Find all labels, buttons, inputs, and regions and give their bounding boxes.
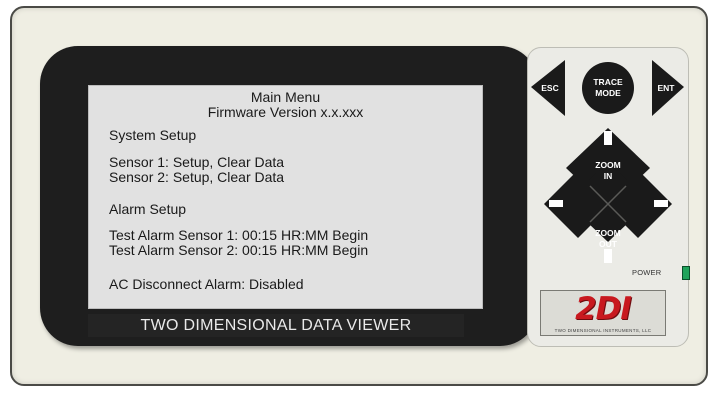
brand-logo: 2DI TWO DIMENSIONAL INSTRUMENTS, LLC xyxy=(540,290,666,336)
power-label: POWER xyxy=(632,268,662,277)
down-indicator-icon xyxy=(604,249,612,263)
up-indicator-icon xyxy=(604,131,612,145)
right-indicator-icon xyxy=(654,200,668,207)
logo-subtitle: TWO DIMENSIONAL INSTRUMENTS, LLC xyxy=(554,328,652,333)
trace-mode-button[interactable] xyxy=(582,62,634,114)
logo-text: 2DI xyxy=(575,291,632,327)
esc-button[interactable] xyxy=(531,60,565,116)
left-indicator-icon xyxy=(549,200,563,207)
power-led-icon xyxy=(682,266,690,280)
ent-button[interactable] xyxy=(652,60,684,116)
